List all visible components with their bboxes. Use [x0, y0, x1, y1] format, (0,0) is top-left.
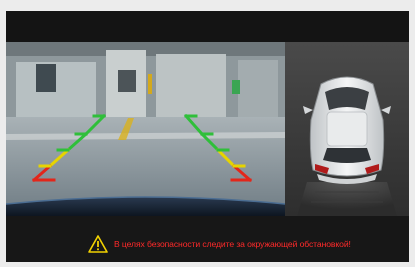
status-bar: В целях безопасности следите за окружающ… — [6, 216, 409, 262]
top-bar — [6, 11, 409, 42]
car-top-view-icon — [297, 76, 397, 216]
camera-image — [6, 42, 285, 216]
warning-triangle-icon — [88, 235, 108, 253]
safety-warning: В целях безопасности следите за окружающ… — [88, 235, 351, 253]
rear-camera-view — [6, 42, 285, 216]
head-unit-screen: В целях безопасности следите за окружающ… — [6, 11, 409, 262]
car-top-view-panel — [285, 42, 409, 216]
warning-message: В целях безопасности следите за окружающ… — [114, 239, 351, 249]
